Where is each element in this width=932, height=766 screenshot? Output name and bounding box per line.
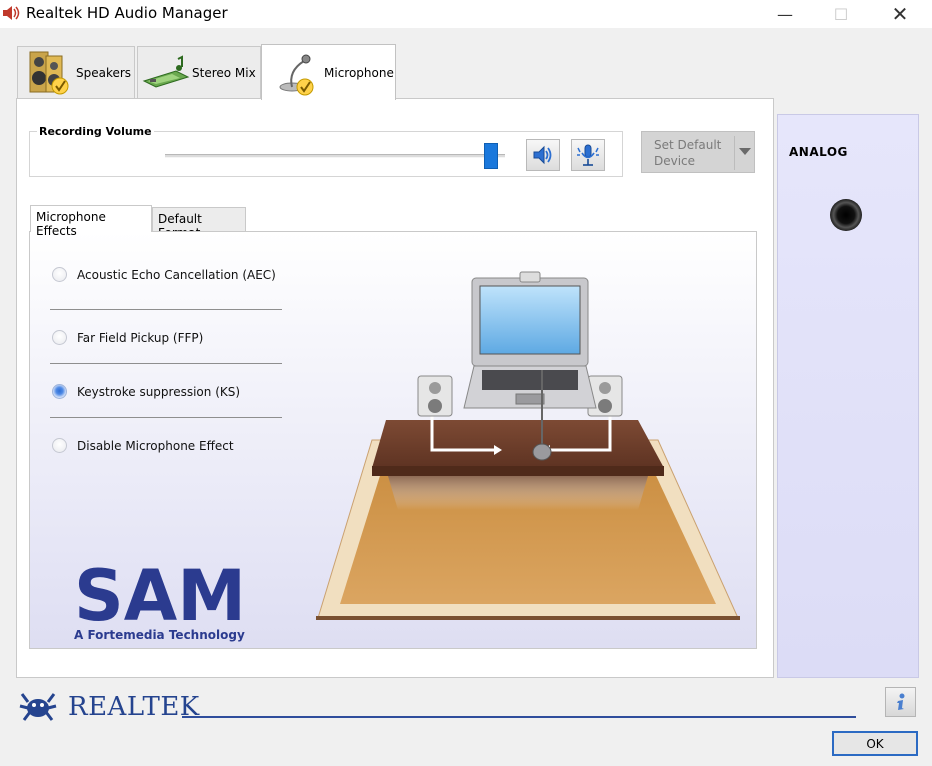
effects-divider xyxy=(50,309,282,310)
effect-ffp-radio[interactable] xyxy=(52,330,67,345)
ok-button[interactable]: OK xyxy=(832,731,918,756)
tab-speakers[interactable]: Speakers xyxy=(17,46,135,98)
info-button[interactable] xyxy=(885,687,916,717)
realtek-crab-icon xyxy=(19,693,57,721)
recording-volume-title: Recording Volume xyxy=(37,125,154,138)
sam-logo: SAM xyxy=(74,560,246,626)
chevron-down-icon[interactable] xyxy=(739,148,751,155)
tab-stereo-mix[interactable]: Stereo Mix xyxy=(137,46,261,98)
recording-volume-slider-track[interactable] xyxy=(165,154,505,158)
analog-title: ANALOG xyxy=(789,145,848,159)
realtek-brand: REALTEK xyxy=(68,692,200,722)
effect-ks-label: Keystroke suppression (KS) xyxy=(77,384,241,399)
effect-disable[interactable]: Disable Microphone Effect xyxy=(52,438,234,453)
tab-microphone-label: Microphone xyxy=(324,65,394,80)
effect-aec-radio[interactable] xyxy=(52,267,67,282)
effect-ffp-label: Far Field Pickup (FFP) xyxy=(77,330,204,345)
mute-button[interactable] xyxy=(526,139,560,171)
tab-stereo-mix-label: Stereo Mix xyxy=(192,65,256,80)
effect-disable-radio[interactable] xyxy=(52,438,67,453)
microphone-icon xyxy=(279,54,314,95)
effect-aec[interactable]: Acoustic Echo Cancellation (AEC) xyxy=(52,267,276,282)
tab-default-format[interactable]: Default Format xyxy=(152,207,246,240)
audio-jack-icon[interactable] xyxy=(830,199,862,231)
title-bar: Realtek HD Audio Manager — ☐ ✕ xyxy=(0,0,932,28)
effect-aec-label: Acoustic Echo Cancellation (AEC) xyxy=(77,267,276,282)
effect-ks[interactable]: Keystroke suppression (KS) xyxy=(52,384,240,399)
tab-speakers-label: Speakers xyxy=(76,65,132,80)
microphone-boost-icon xyxy=(577,144,599,166)
window-title: Realtek HD Audio Manager xyxy=(26,4,228,22)
maximize-button[interactable]: ☐ xyxy=(818,0,864,28)
set-default-divider xyxy=(734,136,735,170)
effects-divider xyxy=(50,417,282,418)
tab-microphone[interactable]: Microphone xyxy=(261,44,396,100)
tab-microphone-effects[interactable]: Microphone Effects xyxy=(30,205,152,238)
set-default-device-label: Set Default Device xyxy=(654,138,722,168)
close-button[interactable]: ✕ xyxy=(877,0,923,28)
stereo-mix-icon xyxy=(142,54,190,88)
effect-ks-radio[interactable] xyxy=(52,384,67,399)
microphone-panel: Recording Volume Set Default Device Micr… xyxy=(16,98,774,678)
analog-panel: ANALOG xyxy=(777,114,919,678)
laptop-desk-illustration xyxy=(316,271,740,620)
effect-ffp[interactable]: Far Field Pickup (FFP) xyxy=(52,330,203,345)
info-icon xyxy=(896,693,904,710)
footer-divider xyxy=(182,716,856,718)
recording-volume-slider-thumb[interactable] xyxy=(484,143,499,169)
effect-disable-label: Disable Microphone Effect xyxy=(77,438,234,453)
microphone-effects-content: Acoustic Echo Cancellation (AEC) Far Fie… xyxy=(29,231,757,649)
speaker-app-icon xyxy=(3,6,20,20)
speakers-icon xyxy=(29,51,69,94)
minimize-button[interactable]: — xyxy=(762,0,808,28)
speaker-volume-icon xyxy=(533,145,552,165)
set-default-device-dropdown[interactable]: Set Default Device xyxy=(641,131,755,173)
microphone-boost-button[interactable] xyxy=(571,139,605,171)
sam-subtitle: A Fortemedia Technology xyxy=(74,628,245,642)
effects-divider xyxy=(50,363,282,364)
